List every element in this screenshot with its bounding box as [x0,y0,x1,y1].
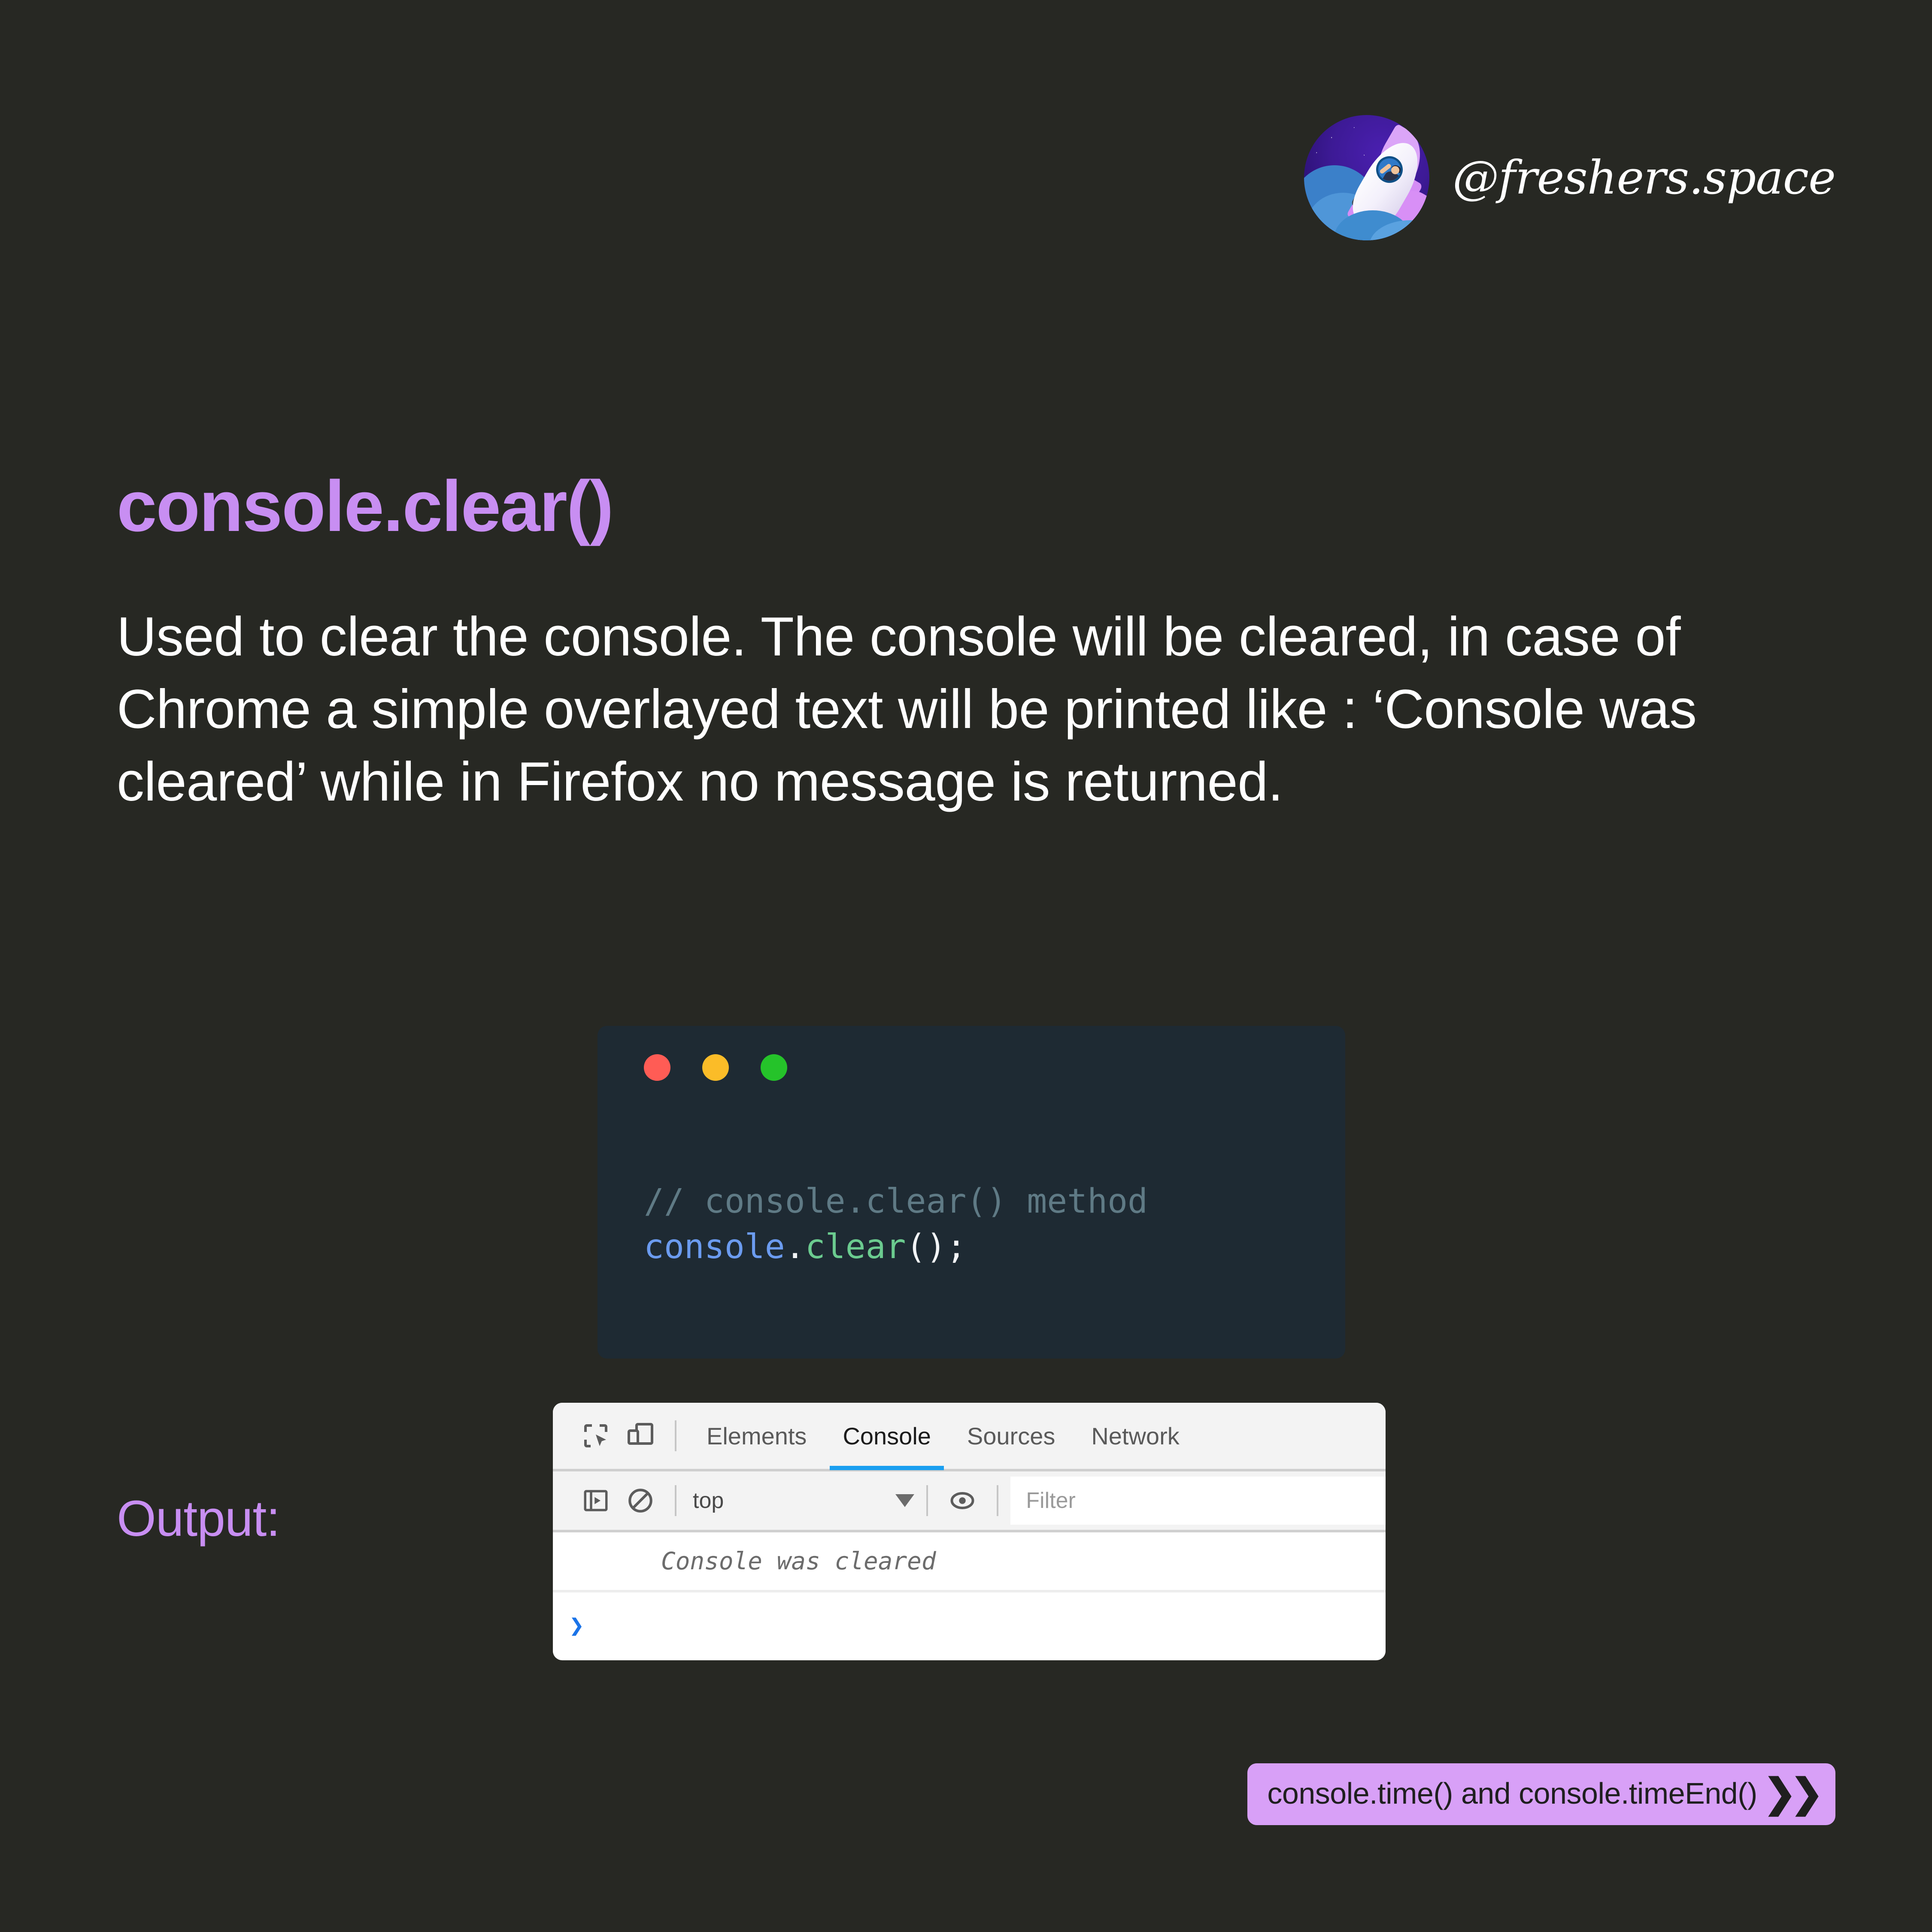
filterbar-divider-3 [997,1485,999,1516]
code-method: clear [805,1228,906,1267]
filterbar-divider-2 [926,1485,928,1516]
code-object: console [644,1228,785,1267]
devtools-filterbar: top Filter [553,1471,1386,1532]
description-text: Used to clear the console. The console w… [117,606,1697,813]
filter-input[interactable]: Filter [1010,1477,1386,1525]
page-title: console.clear() [117,466,614,546]
clear-console-icon[interactable] [618,1478,663,1523]
next-topic-label: console.time() and console.timeEnd() [1267,1777,1757,1810]
sidebar-toggle-icon[interactable] [573,1478,618,1523]
execution-context-value: top [693,1488,724,1513]
code-card: // console.clear() method console.clear(… [597,1026,1345,1359]
devtools-tabbar: Elements Console Sources Network [553,1403,1386,1471]
device-toolbar-icon[interactable] [618,1413,663,1458]
tab-network[interactable]: Network [1073,1403,1197,1470]
tab-sources[interactable]: Sources [949,1403,1073,1470]
double-chevron-right-icon: ❯❯ [1763,1771,1823,1815]
console-message: Console was cleared [553,1532,1386,1592]
maximize-green-dot-icon [761,1054,787,1081]
window-controls [644,1054,787,1081]
tab-elements[interactable]: Elements [688,1403,825,1470]
code-comment-line: // console.clear() method [644,1182,1148,1221]
filterbar-divider [675,1485,676,1516]
close-red-dot-icon [644,1054,670,1081]
brand-header: @freshers.space [1304,115,1836,240]
tab-console[interactable]: Console [825,1403,949,1470]
execution-context-select[interactable]: top [693,1488,915,1513]
next-topic-pill[interactable]: console.time() and console.timeEnd() ❯❯ [1247,1763,1835,1825]
minimize-amber-dot-icon [702,1054,729,1081]
brand-handle: @freshers.space [1452,151,1836,205]
code-snippet: // console.clear() method console.clear(… [644,1179,1148,1270]
slide-root: @freshers.space console.clear() Used to … [0,0,1932,1932]
rocket-avatar-icon [1304,115,1429,240]
eye-icon[interactable] [940,1478,985,1523]
code-dot: . [785,1228,805,1267]
output-label: Output: [117,1490,280,1547]
console-prompt[interactable]: ❯ [553,1592,1386,1658]
chevron-down-icon [895,1494,915,1507]
code-tail: (); [906,1228,967,1267]
inspect-element-icon[interactable] [573,1413,618,1458]
toolbar-divider [675,1420,676,1451]
devtools-panel: Elements Console Sources Network top Fil… [553,1403,1386,1660]
